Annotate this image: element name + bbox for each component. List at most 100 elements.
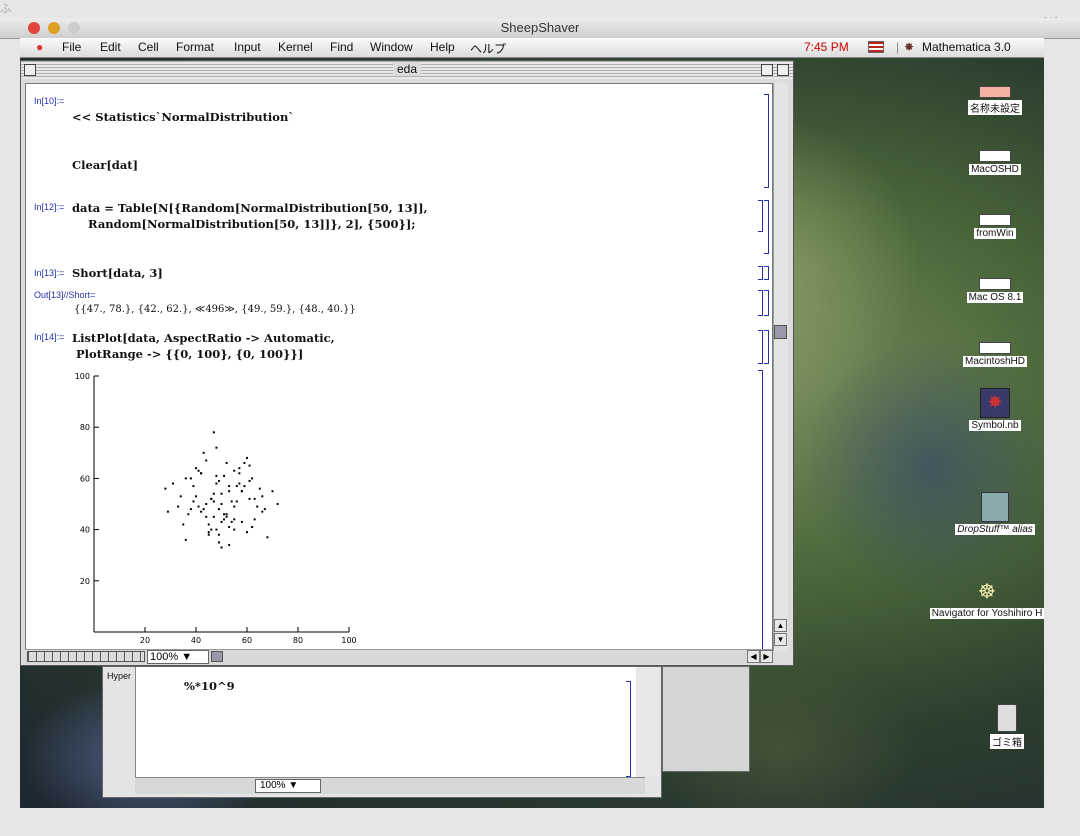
data-point — [220, 503, 223, 505]
group-bracket[interactable] — [764, 200, 769, 254]
cell-in14-line1[interactable]: ListPlot[data, AspectRatio -> Automatic, — [72, 331, 335, 345]
cell-out13: {{47., 78.}, {42., 62.}, ≪496≫, {49., 59… — [74, 304, 356, 315]
cell-bracket[interactable] — [758, 370, 763, 652]
group-bracket[interactable] — [764, 290, 769, 316]
vertical-scrollbar[interactable]: ▲ ▼ — [773, 83, 788, 651]
notebook-window: eda In[10]:= << Statistics`NormalDistrib… — [20, 60, 794, 666]
back-cell-input[interactable]: %*10^9 — [184, 679, 235, 693]
cell-bracket[interactable] — [758, 200, 763, 232]
data-point — [233, 505, 236, 508]
data-point — [233, 469, 236, 472]
cell-in10-line2[interactable]: Clear[dat] — [72, 158, 138, 172]
menu-edit[interactable]: Edit — [100, 40, 121, 54]
desktop-icon-dropstuff[interactable]: DropStuff™ alias — [930, 492, 1060, 535]
back-zoom-select[interactable]: 100% ▼ — [255, 779, 321, 793]
data-point — [189, 508, 192, 511]
data-point — [238, 472, 241, 475]
data-point — [215, 446, 218, 449]
menu-help[interactable]: Help — [430, 40, 455, 54]
scroll-up-arrow[interactable]: ▲ — [774, 619, 787, 632]
data-point — [238, 467, 241, 470]
mathematica-app-icon[interactable]: ✸ — [904, 40, 914, 54]
data-point — [200, 510, 203, 513]
menu-file[interactable]: File — [62, 40, 81, 54]
data-point — [235, 500, 238, 503]
cell-bracket[interactable] — [758, 266, 763, 280]
data-point — [217, 479, 220, 482]
y-tick-label: 20 — [80, 577, 90, 586]
data-point — [276, 503, 279, 505]
cell-in13-line1[interactable]: Short[data, 3] — [72, 266, 163, 280]
desktop-icon-macintoshhd[interactable]: MacintoshHD — [950, 342, 1040, 367]
cell-bracket[interactable] — [626, 681, 631, 777]
menu-cell[interactable]: Cell — [138, 40, 159, 54]
cell-in14-line2[interactable]: PlotRange -> {{0, 100}, {0, 100}}] — [72, 347, 303, 361]
window-collapse-box[interactable] — [777, 64, 789, 76]
zoom-select[interactable]: 100% ▼ — [147, 650, 209, 664]
desktop-icon-symbol-nb[interactable]: ✸ Symbol.nb — [950, 388, 1040, 431]
apple-menu-icon[interactable]: ● — [36, 40, 43, 54]
menu-help-jp[interactable]: ヘルプ — [470, 40, 506, 57]
application-menu[interactable]: Mathematica 3.0 — [922, 40, 1011, 54]
cell-in10-line1[interactable]: << Statistics`NormalDistribution` — [72, 110, 294, 124]
hscroll-thumb[interactable] — [211, 651, 223, 662]
notebook-titlebar[interactable]: eda — [21, 61, 793, 79]
navigator-icon: ☸ — [978, 581, 996, 603]
scroll-thumb[interactable] — [774, 325, 787, 339]
y-tick-label: 80 — [80, 423, 90, 432]
cell-bracket[interactable] — [758, 290, 763, 316]
data-point — [223, 474, 226, 477]
magnification-ruler[interactable] — [27, 651, 145, 662]
background-window-right — [662, 666, 750, 772]
menu-find[interactable]: Find — [330, 40, 353, 54]
window-close-box[interactable] — [24, 64, 36, 76]
data-point — [220, 520, 223, 523]
cell-bracket[interactable] — [764, 94, 769, 188]
y-tick-label: 40 — [80, 526, 90, 535]
cell-bracket[interactable] — [758, 330, 763, 364]
disk-icon — [979, 150, 1011, 162]
data-point — [223, 513, 226, 516]
data-point — [215, 474, 218, 477]
data-point — [210, 528, 213, 531]
data-point — [228, 543, 231, 546]
cell-in12-line2[interactable]: Random[NormalDistribution[50, 13]]}, 2],… — [72, 217, 416, 231]
data-point — [212, 431, 215, 434]
back-content: %*10^9 — [135, 667, 636, 777]
scroll-down-arrow[interactable]: ▼ — [774, 633, 787, 646]
back-vscroll[interactable] — [637, 667, 659, 777]
desktop-icon-untitled[interactable]: 名称未設定 — [950, 86, 1040, 115]
desktop-icon-navigator[interactable]: ☸ Navigator for Yoshihiro H — [922, 580, 1052, 619]
back-hscroll[interactable]: 100% ▼ — [135, 777, 645, 794]
data-point — [217, 541, 220, 544]
desktop-icon-fromwin[interactable]: fromWin — [950, 214, 1040, 239]
background-notebook-window: Hyper %*10^9 100% ▼ — [102, 666, 662, 798]
window-zoom-box[interactable] — [761, 64, 773, 76]
cell-label-in12: In[12]:= — [34, 202, 65, 212]
cell-in12-line1[interactable]: data = Table[N[{Random[NormalDistributio… — [72, 201, 428, 215]
trash-icon — [997, 704, 1017, 732]
data-point — [172, 482, 175, 485]
menu-input[interactable]: Input — [234, 40, 261, 54]
group-bracket[interactable] — [764, 330, 769, 364]
scroll-left-arrow[interactable]: ◀ — [747, 650, 760, 663]
notebook-content: In[10]:= << Statistics`NormalDistributio… — [25, 83, 773, 653]
data-point — [195, 495, 197, 498]
menu-format[interactable]: Format — [176, 40, 214, 54]
data-point — [205, 515, 208, 518]
flag-icon[interactable] — [868, 41, 884, 53]
cell-label-in13: In[13]:= — [34, 268, 65, 278]
menubar-clock[interactable]: 7:45 PM — [804, 40, 849, 54]
data-point — [243, 462, 246, 465]
desktop-icon-trash[interactable]: ゴミ箱 — [962, 704, 1052, 749]
menu-kernel[interactable]: Kernel — [278, 40, 313, 54]
data-point — [225, 462, 228, 465]
data-point — [253, 518, 256, 521]
scroll-right-arrow[interactable]: ▶ — [760, 650, 773, 663]
desktop-icon-macoshd[interactable]: MacOSHD — [950, 150, 1040, 175]
desktop-icon-macos81[interactable]: Mac OS 8.1 — [950, 278, 1040, 303]
x-tick-label: 60 — [242, 636, 252, 645]
menu-window[interactable]: Window — [370, 40, 413, 54]
menubar-divider: | — [896, 40, 900, 54]
group-bracket[interactable] — [764, 266, 769, 280]
